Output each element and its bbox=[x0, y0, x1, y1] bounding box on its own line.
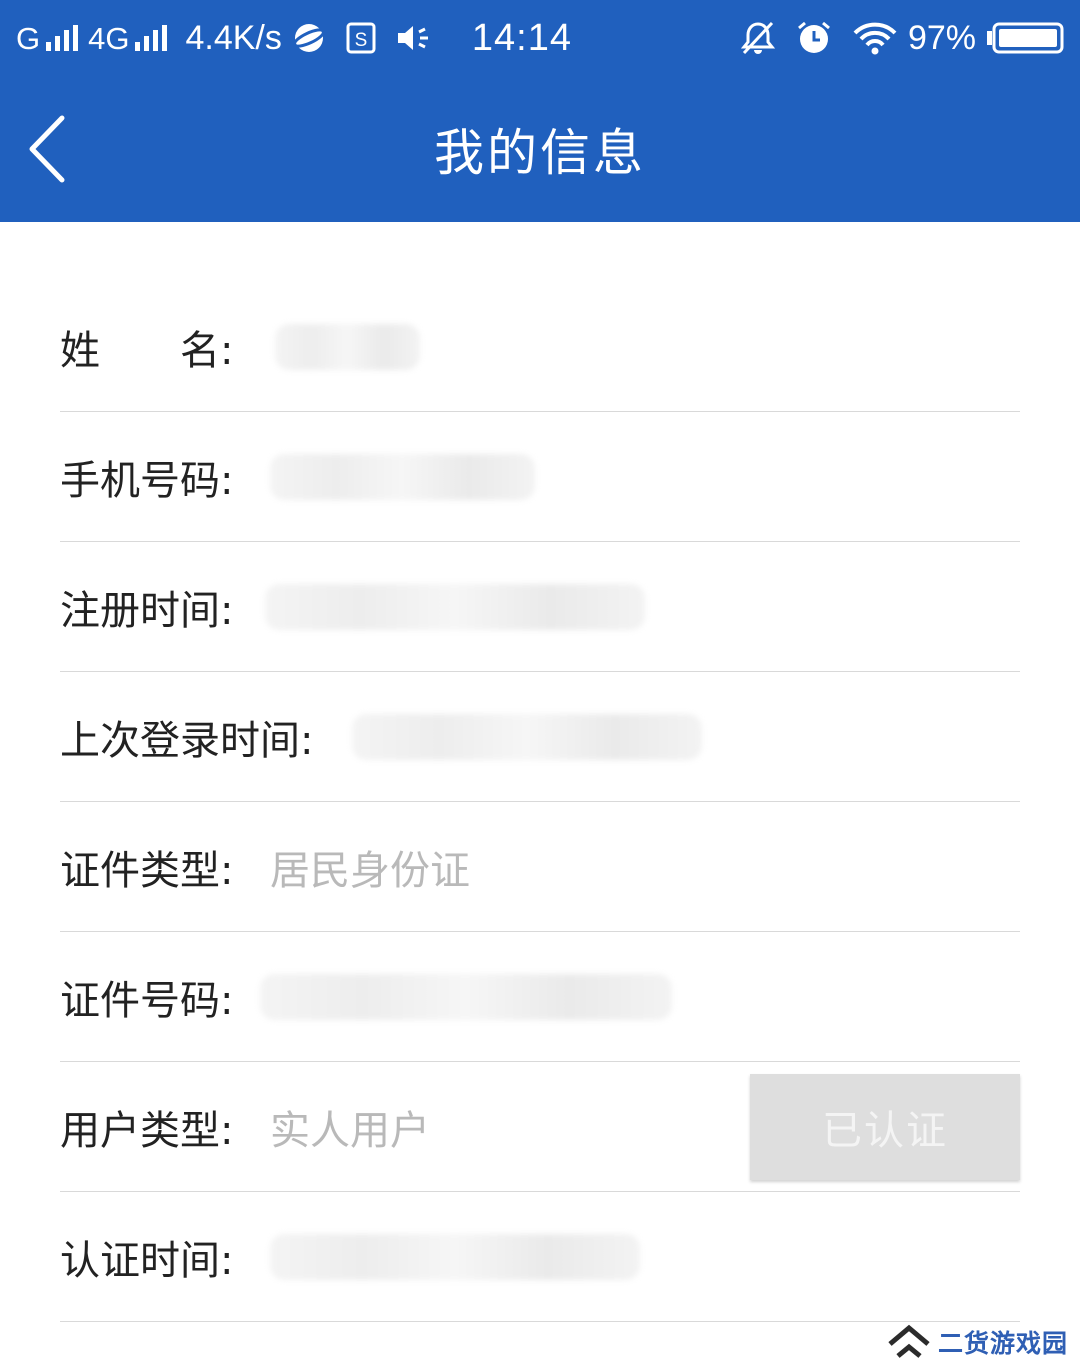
watermark: 二货游戏园 bbox=[886, 1318, 1080, 1366]
carrier-1-label: G bbox=[16, 20, 41, 56]
name-row: 姓 名: bbox=[60, 282, 1020, 412]
last-login-label: 上次登录时间: bbox=[60, 717, 314, 764]
verify-time-label: 认证时间: bbox=[60, 1237, 234, 1284]
battery-percent: 97% bbox=[907, 19, 976, 57]
watermark-text: 二货游戏园 bbox=[938, 1329, 1069, 1358]
status-bar: G 4G 4.4K/s S 14:14 97% bbox=[0, 0, 1080, 76]
redacted-value bbox=[270, 453, 535, 500]
mute-bell-icon bbox=[740, 20, 776, 56]
name-label: 姓 名: bbox=[60, 327, 234, 374]
redacted-value bbox=[275, 323, 420, 370]
id-number-row: 证件号码: bbox=[60, 932, 1020, 1062]
phone-label: 手机号码: bbox=[60, 457, 234, 504]
phone-row: 手机号码: bbox=[60, 412, 1020, 542]
svg-text:S: S bbox=[355, 30, 368, 51]
redacted-value bbox=[265, 583, 645, 630]
clock-time: 14:14 bbox=[471, 17, 572, 59]
storage-icon: S bbox=[346, 22, 376, 54]
signal-icon bbox=[46, 25, 79, 51]
status-left: G 4G 4.4K/s S 14:14 bbox=[16, 19, 572, 57]
carrier-2-label: 4G bbox=[88, 20, 130, 56]
redacted-value bbox=[270, 1233, 640, 1280]
id-type-label: 证件类型: bbox=[60, 847, 234, 894]
verified-button[interactable]: 已认证 bbox=[750, 1074, 1020, 1180]
status-right: 97% bbox=[730, 20, 1064, 56]
browser-icon bbox=[292, 21, 326, 55]
page-title: 我的信息 bbox=[434, 124, 646, 182]
id-type-value: 居民身份证 bbox=[270, 847, 470, 894]
register-time-label: 注册时间: bbox=[60, 587, 234, 634]
signal-icon bbox=[135, 25, 168, 51]
net-speed: 4.4K/s bbox=[185, 19, 282, 57]
verify-time-row: 认证时间: bbox=[60, 1192, 1020, 1322]
redacted-value bbox=[352, 713, 702, 760]
user-type-row: 用户类型: 实人用户 已认证 bbox=[60, 1062, 1020, 1192]
app-header: 我的信息 bbox=[0, 76, 1080, 222]
id-number-label: 证件号码: bbox=[60, 977, 234, 1024]
alarm-icon bbox=[796, 20, 832, 56]
user-type-value: 实人用户 bbox=[270, 1107, 430, 1154]
wifi-icon bbox=[852, 21, 898, 55]
last-login-row: 上次登录时间: bbox=[60, 672, 1020, 802]
watermark-logo-icon bbox=[888, 1324, 930, 1358]
id-type-row: 证件类型: 居民身份证 bbox=[60, 802, 1020, 932]
battery-icon bbox=[986, 21, 1064, 55]
redacted-value bbox=[260, 973, 672, 1020]
register-time-row: 注册时间: bbox=[60, 542, 1020, 672]
volume-icon bbox=[396, 22, 434, 54]
user-type-label: 用户类型: bbox=[60, 1107, 234, 1154]
